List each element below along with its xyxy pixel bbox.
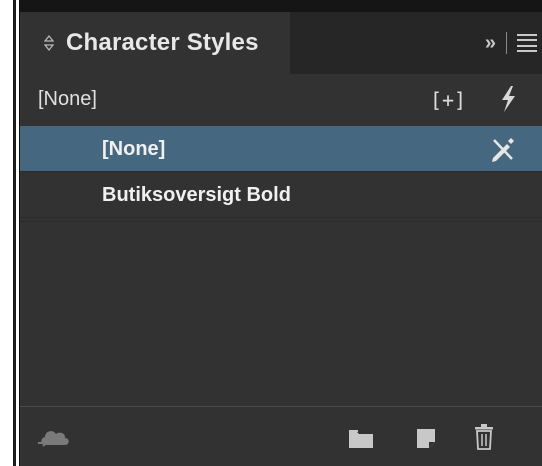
trash-icon[interactable] <box>473 424 495 455</box>
up-down-arrows-icon[interactable] <box>40 35 58 51</box>
panel-tab-tools: » <box>485 12 542 74</box>
list-item-label: Butiksoversigt Bold <box>102 184 291 206</box>
current-style-label: [None] <box>38 88 97 110</box>
list-divider <box>20 221 542 222</box>
panel-top-strip[interactable] <box>20 0 542 12</box>
list-item-label: [None] <box>102 138 166 160</box>
pencil-cross-icon <box>487 134 517 164</box>
panel-title: Character Styles <box>66 29 259 56</box>
tab-character-styles[interactable]: Character Styles <box>20 12 290 74</box>
panel-bottom-toolbar <box>20 406 542 466</box>
character-styles-panel: Character Styles » [None] [+] [None] But… <box>19 0 542 466</box>
left-gutter <box>0 0 16 466</box>
lightning-icon[interactable] <box>493 84 523 114</box>
collapse-panel-button[interactable]: » <box>485 32 496 55</box>
list-item-none[interactable]: [None] <box>20 126 542 172</box>
window-frame: Character Styles » [None] [+] [None] But… <box>0 0 542 466</box>
list-item-butiksoversigt-bold[interactable]: Butiksoversigt Bold <box>20 172 542 218</box>
left-border-line <box>13 0 16 466</box>
clear-overrides-icon[interactable]: [+] <box>430 86 466 114</box>
cc-libraries-cloud-icon[interactable] <box>36 425 72 454</box>
current-style-row: [None] [+] <box>20 74 542 126</box>
new-style-icon[interactable] <box>415 427 437 454</box>
hamburger-menu-icon[interactable] <box>517 34 537 52</box>
tab-tools-separator <box>506 32 507 54</box>
styles-list: [None] Butiksoversigt Bold <box>20 126 542 406</box>
new-folder-icon[interactable] <box>348 429 374 454</box>
panel-tab-bar: Character Styles » <box>20 12 542 74</box>
